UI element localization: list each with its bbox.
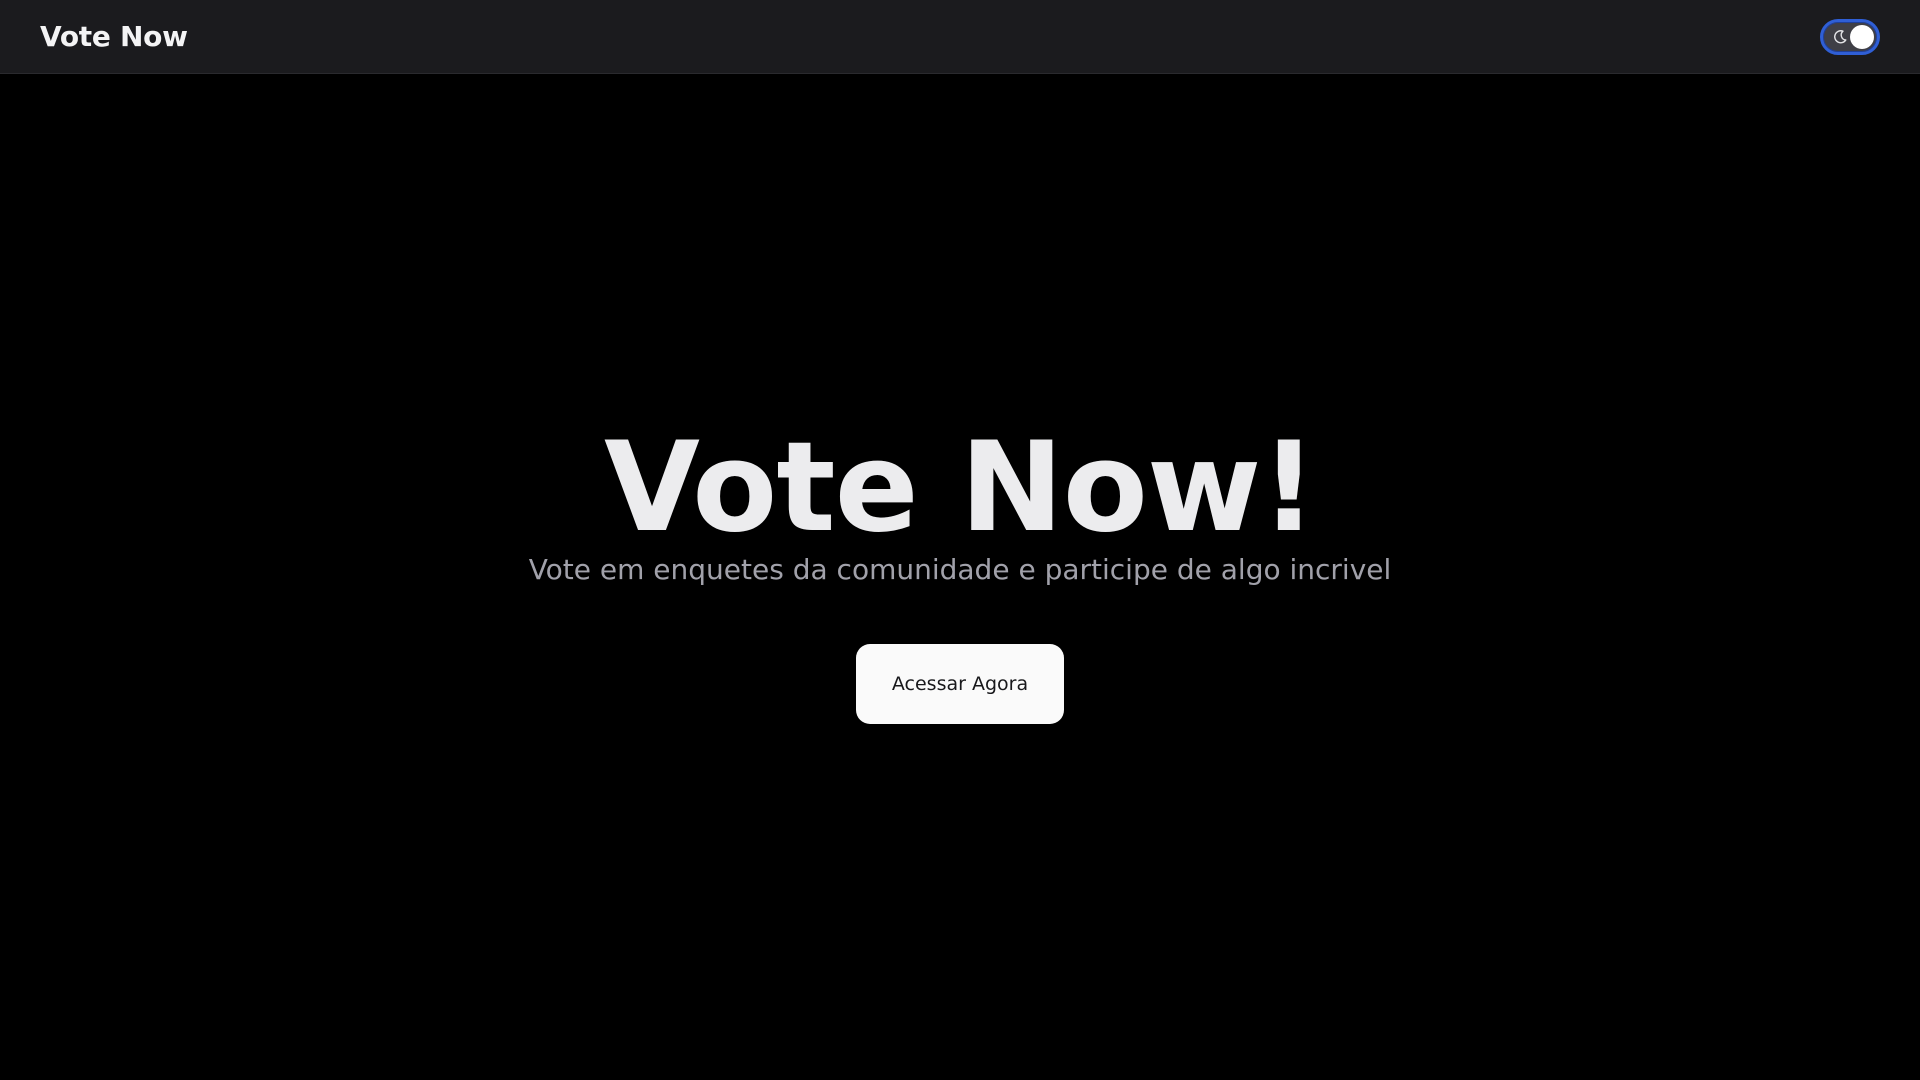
- brand-logo[interactable]: Vote Now: [40, 20, 188, 53]
- moon-icon: [1834, 29, 1847, 43]
- theme-toggle-switch[interactable]: [1820, 18, 1880, 55]
- toggle-knob: [1850, 24, 1874, 49]
- top-navbar: Vote Now: [0, 0, 1920, 74]
- hero-section: Vote Now! Vote em enquetes da comunidade…: [0, 74, 1920, 1080]
- hero-title: Vote Now!: [604, 416, 1317, 560]
- hero-subtitle: Vote em enquetes da comunidade e partici…: [528, 553, 1392, 586]
- access-now-button[interactable]: Acessar Agora: [856, 644, 1064, 724]
